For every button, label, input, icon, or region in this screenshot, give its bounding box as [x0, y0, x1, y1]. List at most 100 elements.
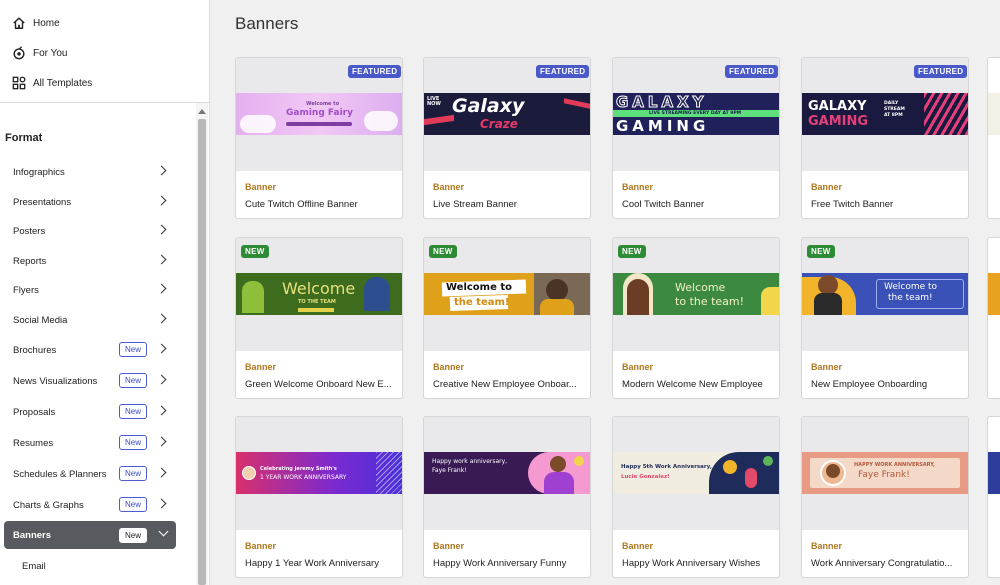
new-badge: New — [119, 466, 147, 481]
card-title[interactable]: Happy Work Anniversary Funny — [433, 558, 585, 569]
chevron-right-icon — [156, 283, 167, 294]
template-card[interactable]: LIVE NOW Galaxy Craze FEATURED Banner Liv… — [423, 57, 591, 219]
card-title[interactable]: Modern Welcome New Employee — [622, 379, 774, 390]
sidebar: Home For You All Templates Format Infogr… — [0, 0, 210, 585]
card-title[interactable]: Free Twitch Banner — [811, 199, 963, 210]
sidebar-item-resumes[interactable]: Resumes New — [0, 428, 196, 458]
banner-preview: GALAXY GAMING DAILY STREAM AT 8PM — [802, 93, 968, 135]
format-heading: Format — [5, 132, 43, 144]
sidebar-item-social-media[interactable]: Social Media — [0, 305, 196, 335]
template-card[interactable]: Happy 5th Work Anniversary, Lucie Gonzal… — [612, 416, 780, 578]
sidebar-item-banners[interactable]: Banners New — [4, 521, 176, 549]
banner-text: Happy 5th Work Anniversary, — [621, 464, 712, 470]
banner-preview: Welcome to the team! — [424, 273, 590, 315]
card-title[interactable]: Live Stream Banner — [433, 199, 585, 210]
sidebar-item-proposals[interactable]: Proposals New — [0, 397, 196, 427]
banner-preview: HAPPY WORK ANNIVERSARY, Faye Frank! — [802, 452, 968, 494]
card-title[interactable]: Work Anniversary Congratulatio... — [811, 558, 963, 569]
card-title[interactable]: Cute Twitch Offline Banner — [245, 199, 397, 210]
card-title[interactable]: Creative New Employee Onboar... — [433, 379, 585, 390]
template-card[interactable]: HAPPY WORK ANNIVERSARY, Faye Frank! Bann… — [801, 416, 969, 578]
sidebar-item-label: Banners — [13, 529, 52, 541]
sidebar-item-schedules-planners[interactable]: Schedules & Planners New — [0, 459, 196, 489]
sidebar-item-label: News Visualizations — [13, 375, 98, 387]
card-thumbnail[interactable]: Celebrating Jeremy Smith's 1 YEAR WORK A… — [236, 417, 402, 530]
nav-home[interactable]: Home — [0, 8, 209, 38]
sidebar-item-charts-graphs[interactable]: Charts & Graphs New — [0, 490, 196, 520]
nav-all-templates-label: All Templates — [33, 77, 93, 89]
sidebar-subitem-email[interactable]: Email — [0, 551, 46, 581]
banner-preview: LIVE NOW Galaxy Craze — [424, 93, 590, 135]
new-badge: New — [119, 404, 147, 419]
banner-preview: Welcome to the team! — [613, 273, 779, 315]
card-thumbnail[interactable]: Welcome to the team! NEW — [802, 238, 968, 351]
sidebar-item-flyers[interactable]: Flyers — [0, 275, 196, 305]
featured-badge: FEATURED — [536, 65, 590, 78]
home-icon — [13, 17, 25, 29]
card-thumbnail[interactable]: GALAXY LIVE STREAMING EVERY DAY AT 9PM G… — [613, 58, 779, 171]
card-thumbnail[interactable]: Welcome to the team! NEW — [613, 238, 779, 351]
card-category: Banner — [811, 362, 843, 372]
banner-text: Welcome to — [306, 101, 340, 107]
template-card[interactable]: Welcome to the team! NEW Banner Creative … — [423, 237, 591, 399]
banner-text: Welcome — [675, 281, 726, 294]
card-partial[interactable] — [987, 57, 1000, 219]
card-thumbnail[interactable]: Happy 5th Work Anniversary, Lucie Gonzal… — [613, 417, 779, 530]
sidebar-item-infographics[interactable]: Infographics — [0, 157, 196, 187]
sidebar-item-reports[interactable]: Reports — [0, 246, 196, 276]
banner-text: DAILY STREAM AT 8PM — [884, 101, 905, 118]
card-title[interactable]: Happy Work Anniversary Wishes — [622, 558, 774, 569]
nav-for-you[interactable]: For You — [0, 38, 209, 68]
new-badge: NEW — [241, 245, 269, 258]
template-card[interactable]: GALAXY LIVE STREAMING EVERY DAY AT 9PM G… — [612, 57, 780, 219]
card-title[interactable]: Cool Twitch Banner — [622, 199, 774, 210]
banner-text: 1 YEAR WORK ANNIVERSARY — [260, 474, 347, 481]
sidebar-item-label: Schedules & Planners — [13, 468, 107, 480]
card-thumbnail[interactable]: GALAXY GAMING DAILY STREAM AT 8PM FEATURE… — [802, 58, 968, 171]
chevron-right-icon — [156, 313, 167, 324]
chevron-right-icon — [156, 436, 167, 447]
card-title[interactable]: Green Welcome Onboard New E... — [245, 379, 397, 390]
template-card[interactable]: Welcome to Gaming Fairy FEATURED Banner … — [235, 57, 403, 219]
card-title[interactable]: New Employee Onboarding — [811, 379, 963, 390]
template-card[interactable]: Welcome to the team! NEW Banner Modern We… — [612, 237, 780, 399]
sidebar-scrollbar[interactable] — [196, 103, 208, 585]
banner-text: Welcome to — [884, 282, 938, 292]
card-partial[interactable] — [987, 416, 1000, 578]
banner-preview: Welcome TO THE TEAM — [236, 273, 402, 315]
card-thumbnail[interactable]: Welcome to the team! NEW — [424, 238, 590, 351]
card-category: Banner — [433, 362, 465, 372]
card-thumbnail[interactable]: Welcome to Gaming Fairy FEATURED — [236, 58, 402, 171]
banner-text: Faye Frank! — [432, 467, 467, 474]
scroll-up-icon[interactable] — [198, 109, 206, 114]
template-card[interactable]: Happy work anniversary, Faye Frank! Bann… — [423, 416, 591, 578]
scrollbar-thumb[interactable] — [198, 119, 206, 585]
for-you-icon — [13, 46, 25, 60]
chevron-right-icon — [156, 374, 167, 385]
template-card[interactable]: Welcome TO THE TEAM NEW Banner Green Wel… — [235, 237, 403, 399]
chevron-right-icon — [156, 498, 167, 509]
card-thumbnail[interactable]: LIVE NOW Galaxy Craze FEATURED — [424, 58, 590, 171]
template-card[interactable]: GALAXY GAMING DAILY STREAM AT 8PM FEATURE… — [801, 57, 969, 219]
card-thumbnail[interactable]: Welcome TO THE TEAM NEW — [236, 238, 402, 351]
sidebar-item-brochures[interactable]: Brochures New — [0, 335, 196, 365]
sidebar-item-news-visualizations[interactable]: News Visualizations New — [0, 366, 196, 396]
card-thumbnail[interactable]: HAPPY WORK ANNIVERSARY, Faye Frank! — [802, 417, 968, 530]
sidebar-item-label: Social Media — [13, 314, 68, 326]
card-title[interactable]: Happy 1 Year Work Anniversary — [245, 558, 397, 569]
card-category: Banner — [811, 182, 843, 192]
card-partial[interactable] — [987, 237, 1000, 399]
sidebar-item-posters[interactable]: Posters — [0, 216, 196, 246]
template-card[interactable]: Celebrating Jeremy Smith's 1 YEAR WORK A… — [235, 416, 403, 578]
nav-all-templates[interactable]: All Templates — [0, 68, 209, 98]
banner-text: TO THE TEAM — [298, 299, 336, 305]
sidebar-item-label: Flyers — [13, 284, 39, 296]
card-thumbnail[interactable]: Happy work anniversary, Faye Frank! — [424, 417, 590, 530]
sidebar-item-label: Resumes — [13, 437, 54, 449]
sidebar-item-presentations[interactable]: Presentations — [0, 187, 196, 217]
card-category: Banner — [622, 362, 654, 372]
new-badge: NEW — [807, 245, 835, 258]
chevron-right-icon — [156, 165, 167, 176]
template-card[interactable]: Welcome to the team! NEW Banner New Emplo… — [801, 237, 969, 399]
chevron-right-icon — [156, 405, 167, 416]
